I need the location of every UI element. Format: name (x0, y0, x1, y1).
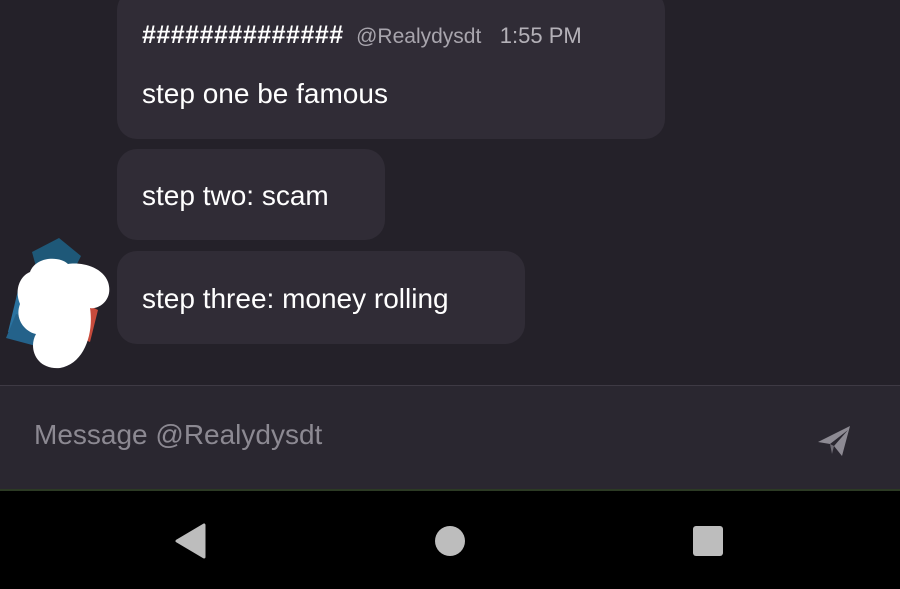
message-bubble[interactable]: step three: money rolling (117, 251, 525, 344)
back-button[interactable] (165, 516, 215, 566)
author-name[interactable]: ############## (142, 21, 344, 49)
message-bubble[interactable]: ############## @Realydysdt 1:55 PM step … (117, 0, 665, 139)
message-composer (0, 385, 900, 491)
message-text: step two: scam (142, 180, 329, 211)
message-bubble[interactable]: step two: scam (117, 149, 385, 240)
home-icon (435, 526, 465, 556)
system-navigation-bar (0, 491, 900, 589)
message-text: step three: money rolling (142, 283, 449, 314)
send-icon (818, 426, 850, 456)
message-text: step one be famous (142, 78, 388, 109)
recents-button[interactable] (683, 516, 733, 566)
back-icon (175, 523, 206, 559)
message-list[interactable]: ############## @Realydysdt 1:55 PM step … (0, 0, 900, 385)
avatar[interactable] (6, 238, 112, 373)
message-timestamp: 1:55 PM (499, 23, 582, 48)
recents-icon (693, 526, 723, 556)
avatar-image (6, 238, 110, 369)
chat-screen: ############## @Realydysdt 1:55 PM step … (0, 0, 900, 491)
author-handle[interactable]: @Realydysdt (356, 25, 481, 48)
message-input[interactable] (34, 410, 774, 460)
home-button[interactable] (425, 516, 475, 566)
message-header: ############## @Realydysdt 1:55 PM (142, 21, 582, 50)
send-button[interactable] (812, 416, 858, 462)
